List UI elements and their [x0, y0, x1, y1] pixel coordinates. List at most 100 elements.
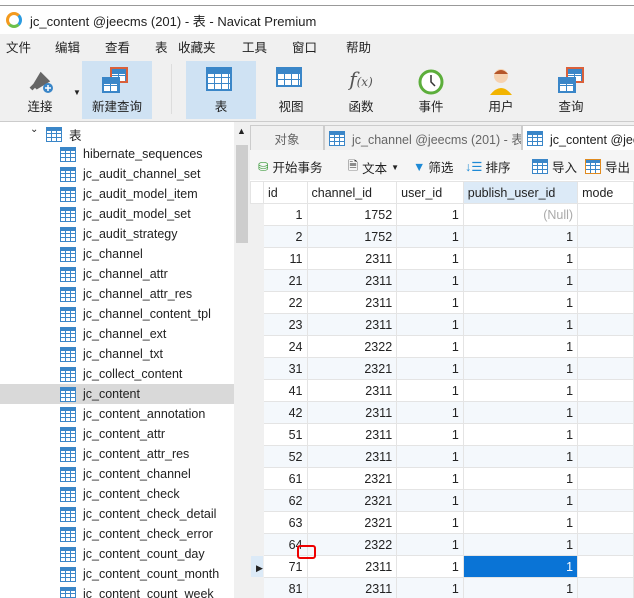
row-indicator[interactable]	[250, 203, 264, 226]
cell-mode[interactable]	[577, 533, 634, 556]
cell-user-id[interactable]: 1	[396, 445, 464, 468]
row-indicator[interactable]	[250, 533, 264, 556]
cell-publish-user-id[interactable]: 1	[462, 269, 579, 292]
export-button[interactable]: 导出	[585, 157, 630, 176]
sidebar-item-jc-audit-channel-set[interactable]: jc_audit_channel_set	[60, 164, 234, 184]
function-button[interactable]: f(x) 函数	[326, 61, 396, 119]
scroll-up-icon[interactable]: ▲	[237, 126, 246, 136]
cell-publish-user-id[interactable]: 1	[462, 335, 579, 358]
cell-mode[interactable]	[577, 577, 634, 598]
table-row[interactable]: 63 2321 1 1	[250, 511, 634, 534]
cell-id[interactable]: 62	[262, 489, 308, 512]
cell-publish-user-id[interactable]: 1	[462, 291, 579, 314]
sidebar-item-jc-audit-strategy[interactable]: jc_audit_strategy	[60, 224, 234, 244]
sidebar-item-jc-content-attr[interactable]: jc_content_attr	[60, 424, 234, 444]
sidebar-item-jc-content-check-detail[interactable]: jc_content_check_detail	[60, 504, 234, 524]
cell-user-id[interactable]: 1	[396, 555, 464, 578]
cell-mode[interactable]	[577, 555, 634, 578]
cell-user-id[interactable]: 1	[396, 269, 464, 292]
cell-channel-id[interactable]: 2311	[306, 269, 398, 292]
cell-publish-user-id[interactable]: 1	[462, 489, 579, 512]
sidebar-scroll-thumb[interactable]	[236, 145, 248, 243]
cell-user-id[interactable]: 1	[396, 467, 464, 490]
cell-id[interactable]: 51	[262, 423, 308, 446]
sidebar-item-jc-content-count-day[interactable]: jc_content_count_day	[60, 544, 234, 564]
cell-id[interactable]: 31	[262, 357, 308, 380]
cell-publish-user-id[interactable]: 1	[462, 555, 579, 578]
cell-mode[interactable]	[577, 401, 634, 424]
cell-channel-id[interactable]: 2311	[306, 423, 398, 446]
row-indicator[interactable]	[250, 335, 264, 358]
cell-publish-user-id[interactable]: 1	[462, 445, 579, 468]
table-row[interactable]: 21 2311 1 1	[250, 269, 634, 292]
begin-transaction-button[interactable]: ⛁ 开始事务	[258, 157, 323, 176]
table-button[interactable]: 表	[186, 61, 256, 119]
connect-button[interactable]: 连接	[10, 61, 70, 119]
row-indicator[interactable]	[250, 357, 264, 380]
cell-channel-id[interactable]: 2311	[306, 577, 398, 598]
cell-channel-id[interactable]: 1752	[306, 203, 398, 226]
cell-id[interactable]: 42	[262, 401, 308, 424]
table-row[interactable]: 41 2311 1 1	[250, 379, 634, 402]
cell-publish-user-id[interactable]: 1	[462, 379, 579, 402]
query-button[interactable]: 查询	[536, 61, 606, 119]
cell-mode[interactable]	[577, 335, 634, 358]
menu-tools[interactable]: 工具	[242, 37, 267, 56]
cell-mode[interactable]	[577, 489, 634, 512]
table-row[interactable]: 1 1752 1 (Null)	[250, 203, 634, 226]
cell-id[interactable]: 52	[262, 445, 308, 468]
cell-id[interactable]: 24	[262, 335, 308, 358]
cell-publish-user-id[interactable]: 1	[462, 511, 579, 534]
cell-user-id[interactable]: 1	[396, 489, 464, 512]
import-button[interactable]: 导入	[532, 157, 577, 176]
cell-mode[interactable]	[577, 467, 634, 490]
table-row[interactable]: 11 2311 1 1	[250, 247, 634, 270]
cell-publish-user-id[interactable]: 1	[462, 401, 579, 424]
sidebar-item-jc-channel-attr[interactable]: jc_channel_attr	[60, 264, 234, 284]
row-indicator[interactable]	[250, 401, 264, 424]
cell-id[interactable]: 2	[262, 225, 308, 248]
sidebar-item-jc-content-count-month[interactable]: jc_content_count_month	[60, 564, 234, 584]
cell-id[interactable]: 21	[262, 269, 308, 292]
row-indicator[interactable]	[250, 379, 264, 402]
tab-jc-content[interactable]: jc_content @jeecms (201) - 表	[522, 125, 634, 150]
cell-user-id[interactable]: 1	[396, 357, 464, 380]
sidebar-item-jc-content-annotation[interactable]: jc_content_annotation	[60, 404, 234, 424]
user-button[interactable]: 用户	[466, 61, 536, 119]
menu-favorites[interactable]: 收藏夹	[178, 37, 216, 56]
cell-mode[interactable]	[577, 445, 634, 468]
cell-id[interactable]: 61	[262, 467, 308, 490]
sidebar-item-jc-channel-attr-res[interactable]: jc_channel_attr_res	[60, 284, 234, 304]
row-indicator[interactable]	[250, 467, 264, 490]
cell-channel-id[interactable]: 2311	[306, 445, 398, 468]
cell-publish-user-id[interactable]: 1	[462, 577, 579, 598]
cell-mode[interactable]	[577, 269, 634, 292]
cell-channel-id[interactable]: 2322	[306, 533, 398, 556]
cell-publish-user-id[interactable]: 1	[462, 533, 579, 556]
cell-user-id[interactable]: 1	[396, 423, 464, 446]
cell-publish-user-id[interactable]: 1	[462, 467, 579, 490]
sidebar-item-jc-content-attr-res[interactable]: jc_content_attr_res	[60, 444, 234, 464]
menu-view[interactable]: 查看	[105, 37, 130, 56]
cell-mode[interactable]	[577, 357, 634, 380]
cell-mode[interactable]	[577, 313, 634, 336]
table-row[interactable]: 51 2311 1 1	[250, 423, 634, 446]
cell-id[interactable]: 41	[262, 379, 308, 402]
menu-help[interactable]: 帮助	[346, 37, 371, 56]
cell-mode[interactable]	[577, 291, 634, 314]
cell-mode[interactable]	[577, 379, 634, 402]
menu-window[interactable]: 窗口	[292, 37, 317, 56]
cell-channel-id[interactable]: 2311	[306, 401, 398, 424]
cell-user-id[interactable]: 1	[396, 225, 464, 248]
cell-id[interactable]: 22	[262, 291, 308, 314]
tab-jc-channel[interactable]: jc_channel @jeecms (201) - 表	[324, 125, 522, 150]
menu-table[interactable]: 表	[155, 37, 168, 56]
row-indicator[interactable]	[250, 313, 264, 336]
row-indicator[interactable]	[250, 225, 264, 248]
filter-button[interactable]: ▼ 筛选	[413, 157, 453, 176]
collapse-chevron-icon[interactable]: ⌄	[30, 124, 38, 135]
cell-channel-id[interactable]: 2322	[306, 335, 398, 358]
cell-publish-user-id[interactable]: 1	[462, 423, 579, 446]
cell-user-id[interactable]: 1	[396, 313, 464, 336]
column-header-mode[interactable]: mode	[577, 181, 634, 204]
